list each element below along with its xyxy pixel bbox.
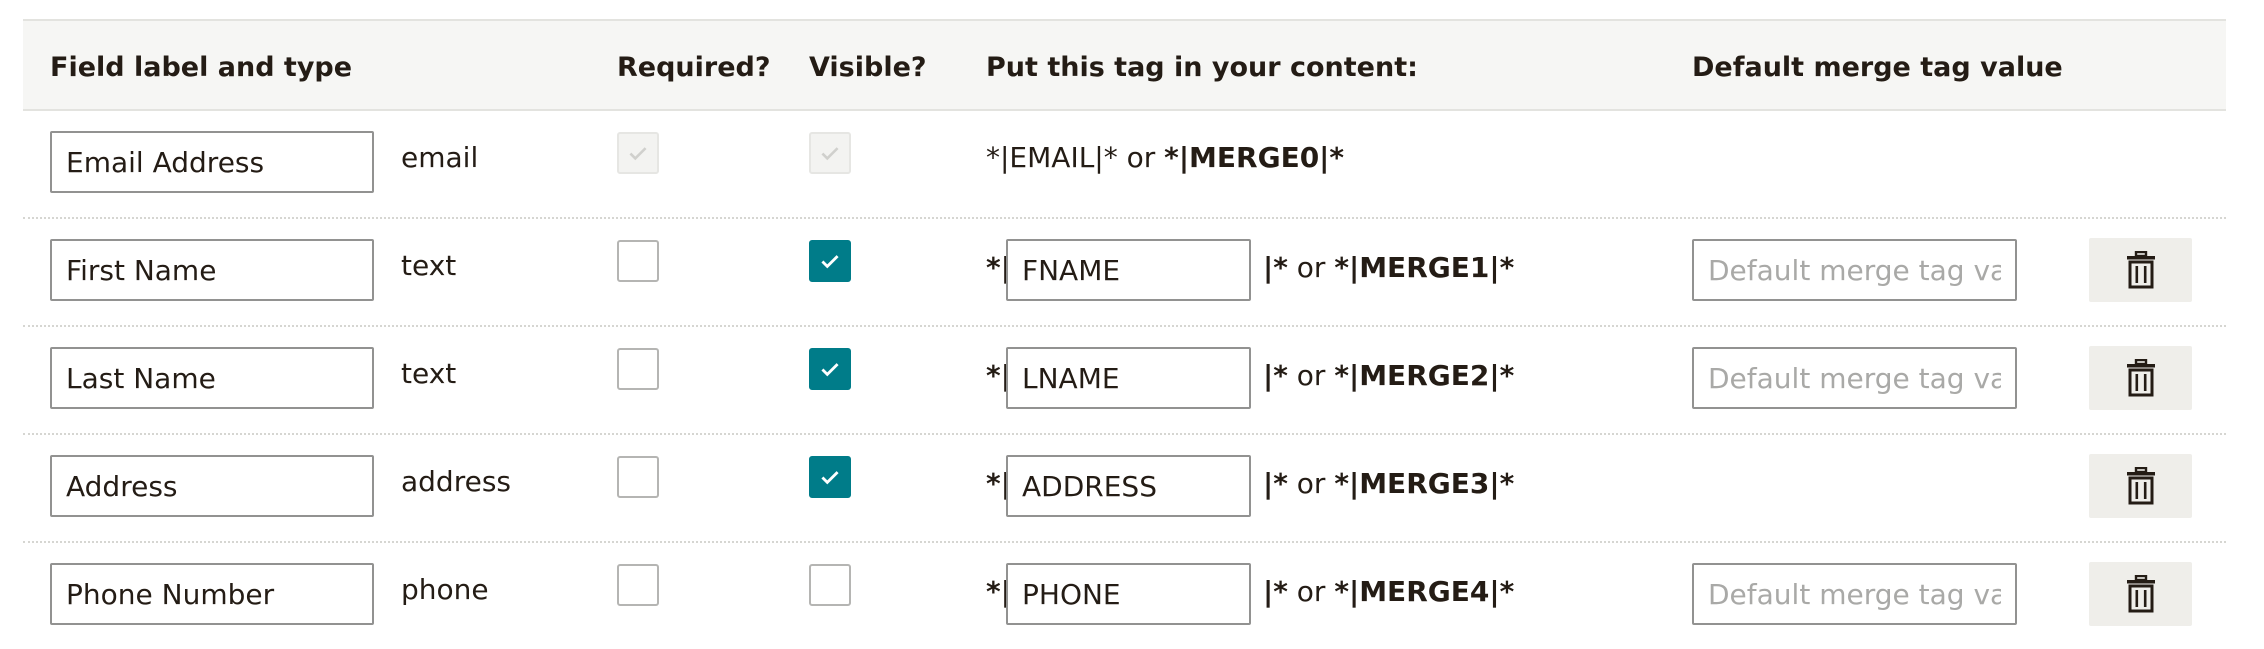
tag-suffix: |* xyxy=(1263,251,1288,284)
table-row-fname: text *| |* or *|MERGE1|* xyxy=(23,217,2226,327)
merge-tag-code: *|MERGE3|* xyxy=(1334,467,1515,500)
default-value-input[interactable] xyxy=(1692,239,2017,301)
merge-tag-suffix: |* or *|MERGE3|* xyxy=(1263,467,1514,500)
field-label-input[interactable] xyxy=(50,347,374,409)
trash-icon xyxy=(2126,575,2155,613)
table-row-lname: text *| |* or *|MERGE2|* xyxy=(23,325,2226,435)
header-field-label: Field label and type xyxy=(50,52,353,83)
field-label-input[interactable] xyxy=(50,239,374,301)
field-type: text xyxy=(401,357,457,390)
visible-checkbox[interactable] xyxy=(809,348,851,390)
or-text: or xyxy=(1287,251,1335,284)
merge-tag-code: *|MERGE0|* xyxy=(1164,141,1345,174)
check-icon xyxy=(629,147,647,161)
required-checkbox[interactable] xyxy=(617,348,659,390)
field-type: phone xyxy=(401,573,489,606)
email-tag: *|EMAIL|* or xyxy=(986,141,1165,174)
header-default-value: Default merge tag value xyxy=(1692,52,2063,83)
trash-icon xyxy=(2126,467,2155,505)
check-icon xyxy=(821,147,839,161)
tag-suffix: |* xyxy=(1263,359,1288,392)
required-checkbox xyxy=(617,132,659,174)
delete-button[interactable] xyxy=(2089,562,2192,626)
table-row-email: email *|EMAIL|* or *|MERGE0|* xyxy=(23,109,2226,219)
default-value-input[interactable] xyxy=(1692,563,2017,625)
header-tag: Put this tag in your content: xyxy=(986,52,1418,83)
check-icon xyxy=(821,363,839,377)
merge-tag-input[interactable] xyxy=(1006,239,1251,301)
or-text: or xyxy=(1287,467,1335,500)
field-type: text xyxy=(401,249,457,282)
table-row-address: address *| |* or *|MERGE3|* xyxy=(23,433,2226,543)
field-label-input[interactable] xyxy=(50,455,374,517)
merge-tag-code: *|MERGE4|* xyxy=(1334,575,1515,608)
visible-checkbox[interactable] xyxy=(809,240,851,282)
trash-icon xyxy=(2126,251,2155,289)
merge-tag-text: *|EMAIL|* or *|MERGE0|* xyxy=(986,141,1344,174)
required-checkbox[interactable] xyxy=(617,240,659,282)
visible-checkbox xyxy=(809,132,851,174)
table-row-phone: phone *| |* or *|MERGE4|* xyxy=(23,541,2226,649)
tag-suffix: |* xyxy=(1263,467,1288,500)
merge-tag-input[interactable] xyxy=(1006,563,1251,625)
merge-tag-input[interactable] xyxy=(1006,347,1251,409)
merge-tag-code: *|MERGE1|* xyxy=(1334,251,1515,284)
delete-button[interactable] xyxy=(2089,346,2192,410)
field-type: address xyxy=(401,465,512,498)
merge-tag-suffix: |* or *|MERGE2|* xyxy=(1263,359,1514,392)
merge-tag-suffix: |* or *|MERGE4|* xyxy=(1263,575,1514,608)
field-label-input[interactable] xyxy=(50,563,374,625)
visible-checkbox[interactable] xyxy=(809,456,851,498)
check-icon xyxy=(821,471,839,485)
merge-tag-code: *|MERGE2|* xyxy=(1334,359,1515,392)
merge-tag-input[interactable] xyxy=(1006,455,1251,517)
merge-tag-suffix: |* or *|MERGE1|* xyxy=(1263,251,1514,284)
table-header: Field label and type Required? Visible? … xyxy=(23,19,2226,111)
tag-suffix: |* xyxy=(1263,575,1288,608)
trash-icon xyxy=(2126,359,2155,397)
delete-button[interactable] xyxy=(2089,238,2192,302)
merge-fields-table: Field label and type Required? Visible? … xyxy=(23,19,2226,626)
delete-button[interactable] xyxy=(2089,454,2192,518)
or-text: or xyxy=(1287,359,1335,392)
default-value-input[interactable] xyxy=(1692,347,2017,409)
field-type: email xyxy=(401,141,479,174)
header-required: Required? xyxy=(617,52,771,83)
required-checkbox[interactable] xyxy=(617,564,659,606)
or-text: or xyxy=(1287,575,1335,608)
field-label-input[interactable] xyxy=(50,131,374,193)
required-checkbox[interactable] xyxy=(617,456,659,498)
check-icon xyxy=(821,255,839,269)
visible-checkbox[interactable] xyxy=(809,564,851,606)
header-visible: Visible? xyxy=(809,52,927,83)
